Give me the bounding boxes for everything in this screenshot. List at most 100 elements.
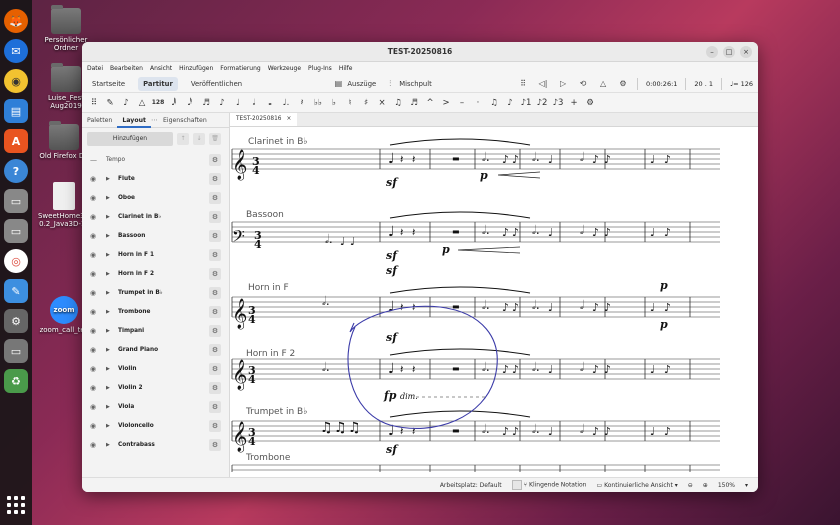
gear-icon[interactable]: ⚙ [209,438,221,451]
close-tab-icon[interactable]: × [287,113,292,126]
eye-icon[interactable]: ◉ [90,346,102,354]
menu-format[interactable]: Formatierung [220,65,260,72]
app-center-icon[interactable]: A [4,129,28,153]
note-glyph[interactable]: ♫ [320,420,333,436]
concert-pitch-toggle[interactable]: ⑂ Klingende Notation [511,480,586,490]
note-glyph[interactable]: ♪ [604,301,611,314]
expand-arrow-icon[interactable]: ▶ [106,328,114,334]
menu-tools[interactable]: Werkzeuge [268,65,301,72]
note-glyph[interactable]: 𝄽 [412,363,415,376]
gear-icon[interactable]: ⚙ [209,286,221,299]
maximize-button[interactable]: □ [723,46,735,58]
tie-icon[interactable]: ♫ [392,96,404,110]
expand-arrow-icon[interactable]: ▶ [106,271,114,277]
eye-icon[interactable]: ◉ [90,403,102,411]
gear-icon[interactable]: ⚙ [209,248,221,261]
note-glyph[interactable]: 𝅗𝅥. [322,294,330,308]
zoom-level[interactable]: 150% [718,482,735,489]
note-glyph[interactable]: ♩ [548,301,553,314]
eye-icon[interactable]: ◉ [90,441,102,449]
expand-arrow-icon[interactable]: ▶ [106,385,114,391]
note-glyph[interactable]: ♪ [512,363,519,376]
zoom-out-icon[interactable]: ⊖ [688,482,693,489]
mixer-button[interactable]: ⫶ Mischpult [384,78,432,90]
move-down-icon[interactable]: ↓ [193,133,205,145]
gear-icon[interactable]: ⚙ [209,191,221,204]
expand-arrow-icon[interactable]: ▶ [106,214,114,220]
note-glyph[interactable]: 𝄽 [400,226,403,239]
rest-icon[interactable]: 𝄽 [296,96,308,110]
chevron-down-icon[interactable]: ▾ [745,482,748,489]
disk-icon[interactable]: ▭ [4,339,28,363]
note-glyph[interactable]: 𝅗𝅥. [482,150,490,164]
note-glyph[interactable]: ♪ [502,363,509,376]
note-glyph[interactable]: ♪ [664,301,671,314]
list-item-instrument[interactable]: ◉ ▶ Horn in F 2 ⚙ [82,264,229,283]
view-mode-select[interactable]: ▭ Kontinuierliche Ansicht ▾ [596,482,677,489]
duration-16-icon[interactable]: ♬ [200,96,212,110]
note-glyph[interactable]: 𝅗𝅥. [532,223,540,237]
note-glyph[interactable]: ♩ [650,301,655,314]
note-glyph[interactable]: ♪ [502,301,509,314]
duration-64-icon[interactable]: 𝅘𝅥𝅱 [168,96,180,110]
note-glyph[interactable]: ♪ [592,363,599,376]
note-glyph[interactable]: 𝅗𝅥. [325,232,333,246]
voice-3-icon[interactable]: ♪3 [552,96,564,110]
duration-1-icon[interactable]: 𝅝 [264,96,276,110]
tuplet-icon[interactable]: ♫ [488,96,500,110]
expand-arrow-icon[interactable]: ▶ [106,347,114,353]
rewind-icon[interactable]: ◁| [537,78,549,90]
move-up-icon[interactable]: ↑ [177,133,189,145]
eye-icon[interactable]: ◉ [90,289,102,297]
note-glyph[interactable]: ♩ [388,151,395,167]
gear-icon[interactable]: ⚙ [209,172,221,185]
note-glyph[interactable]: 𝄽 [400,363,403,376]
drag-handle-icon[interactable]: ⠿ [88,96,100,110]
note-glyph[interactable]: ♫ [334,420,347,436]
tab-home[interactable]: Startseite [87,77,130,91]
delete-icon[interactable]: 🗑 [209,133,221,145]
list-item-instrument[interactable]: ◉ ▶ Viola ⚙ [82,397,229,416]
marcato-icon[interactable]: ^ [424,96,436,110]
expand-arrow-icon[interactable]: ▶ [106,309,114,315]
help-icon[interactable]: ? [4,159,28,183]
menu-view[interactable]: Ansicht [150,65,172,72]
thunderbird-icon[interactable]: ✉ [4,39,28,63]
note-glyph[interactable]: ♩ [650,363,655,376]
gear-icon[interactable]: ⚙ [209,153,221,166]
list-item-instrument[interactable]: ◉ ▶ Flute ⚙ [82,169,229,188]
note-glyph[interactable]: 𝅗𝅥. [532,422,540,436]
gear-icon[interactable]: ⚙ [209,324,221,337]
minimize-button[interactable]: – [706,46,718,58]
title-bar[interactable]: TEST-20250816 – □ × [82,42,758,62]
gear-icon[interactable]: ⚙ [209,210,221,223]
tab-palettes[interactable]: Paletten [82,113,117,128]
note-glyph[interactable]: ♪ [604,226,611,239]
accent-icon[interactable]: > [440,96,452,110]
note-glyph[interactable]: ♩ [548,153,553,166]
note-glyph[interactable]: ♩ [650,153,655,166]
gear-icon[interactable]: ⚙ [209,267,221,280]
eye-icon[interactable]: ◉ [90,194,102,202]
drive-icon[interactable]: ▭ [4,189,28,213]
drive-2-icon[interactable]: ▭ [4,219,28,243]
sharp-icon[interactable]: ♯ [360,96,372,110]
note-glyph[interactable]: 𝅗𝅥. [482,360,490,374]
expand-arrow-icon[interactable]: ▶ [106,195,114,201]
note-glyph[interactable]: ♪ [604,153,611,166]
chrome-icon[interactable]: ◎ [4,249,28,273]
note-glyph[interactable]: ♩ [388,224,395,240]
note-glyph[interactable]: ♩ [388,361,395,377]
note-glyph[interactable]: ♪ [604,425,611,438]
note-glyph[interactable]: ♪ [512,301,519,314]
note-glyph[interactable]: ♩ [548,425,553,438]
workspace-status[interactable]: Arbeitsplatz: Default [440,482,502,489]
staccato-icon[interactable]: · [472,96,484,110]
dot-icon[interactable]: ♩. [280,96,292,110]
gear-icon[interactable]: ⚙ [209,381,221,394]
tenuto-icon[interactable]: – [456,96,468,110]
eye-icon[interactable]: ◉ [90,270,102,278]
settings-icon[interactable]: ⚙ [4,309,28,333]
play-icon[interactable]: ▷ [557,78,569,90]
note-glyph[interactable]: ♫ [348,420,361,436]
